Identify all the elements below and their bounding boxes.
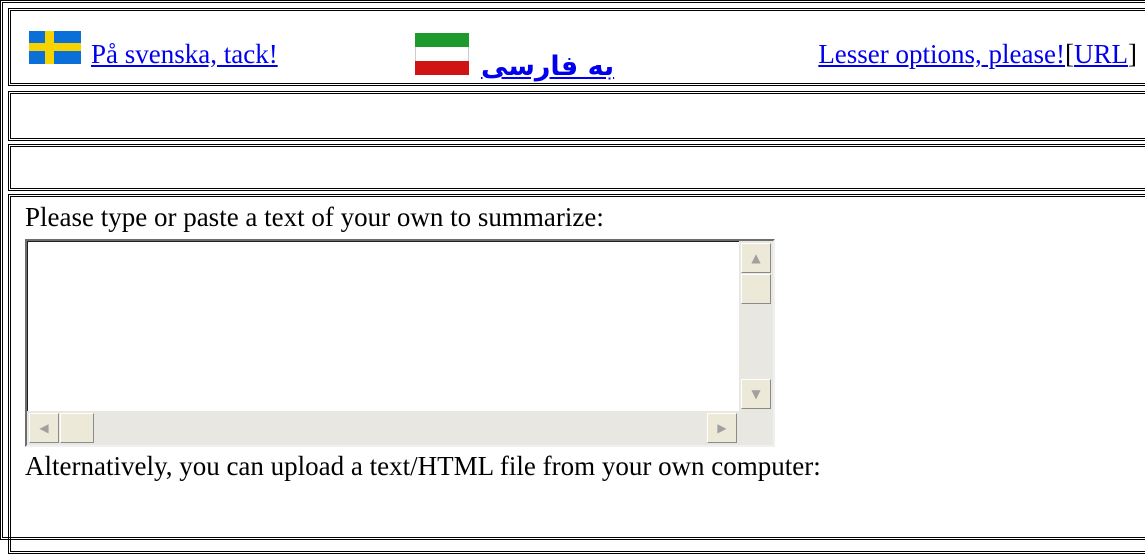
- paste-text-label: Please type or paste a text of your own …: [25, 202, 604, 232]
- arrow-right-icon[interactable]: ▶: [707, 413, 737, 443]
- swedish-language-link[interactable]: På svenska, tack!: [91, 39, 278, 70]
- url-link[interactable]: URL: [1074, 39, 1128, 69]
- flag-stripe-green: [415, 33, 469, 47]
- arrow-down-icon[interactable]: ▼: [741, 379, 771, 409]
- horizontal-scrollbar[interactable]: ◀ ▶: [27, 411, 739, 445]
- flag-stripe-red: [415, 61, 469, 75]
- horizontal-scroll-thumb[interactable]: [60, 413, 94, 443]
- sweden-flag-icon[interactable]: [29, 31, 81, 64]
- empty-row-1: [8, 91, 1145, 141]
- language-bar: På svenska, tack! به فارسی Lesser option…: [8, 8, 1145, 86]
- vertical-scroll-thumb[interactable]: [741, 274, 771, 304]
- vertical-scrollbar[interactable]: ▲ ▼: [739, 241, 773, 411]
- url-bracket-close: ]: [1128, 39, 1137, 69]
- flag-cross-horizontal: [29, 43, 81, 51]
- persian-language-link[interactable]: به فارسی: [481, 51, 614, 82]
- arrow-left-icon[interactable]: ◀: [29, 413, 59, 443]
- lesser-options-link[interactable]: Lesser options, please!: [818, 39, 1065, 69]
- flag-stripe-white: [415, 47, 469, 61]
- page-frame: På svenska, tack! به فارسی Lesser option…: [0, 0, 1145, 554]
- summarize-text-input[interactable]: ▲ ▼ ◀ ▶: [25, 239, 775, 447]
- options-links: Lesser options, please![URL]: [818, 39, 1137, 70]
- empty-row-2: [8, 144, 1145, 191]
- arrow-up-icon[interactable]: ▲: [741, 243, 771, 273]
- url-bracket-open: [: [1065, 39, 1074, 69]
- summarize-form: Please type or paste a text of your own …: [8, 194, 1145, 554]
- iran-flag-icon[interactable]: [415, 33, 469, 75]
- upload-file-label: Alternatively, you can upload a text/HTM…: [25, 451, 821, 481]
- scrollbar-corner: [739, 411, 773, 445]
